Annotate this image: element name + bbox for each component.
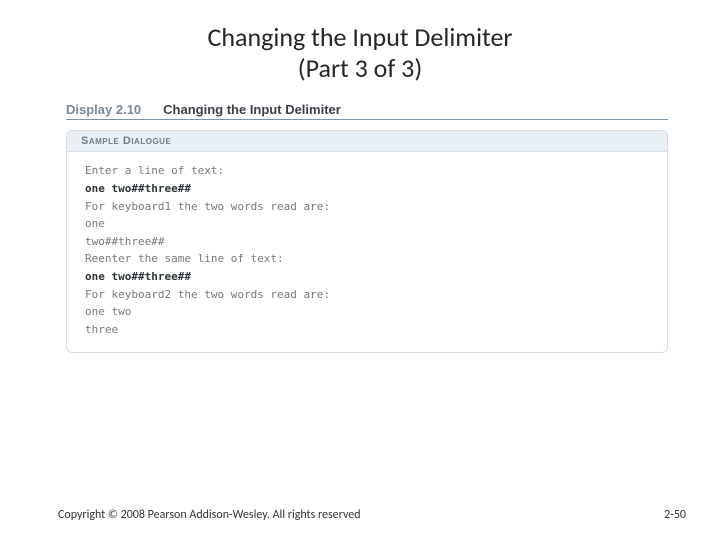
dialogue-line: one two: [85, 303, 649, 321]
dialogue-line: two##three##: [85, 233, 649, 251]
figure-header: Display 2.10 Changing the Input Delimite…: [66, 102, 668, 120]
sample-dialogue-header: Sample Dialogue: [67, 131, 667, 152]
figure-display: Display 2.10 Changing the Input Delimite…: [66, 102, 668, 353]
sample-dialogue-box: Sample Dialogue Enter a line of text:one…: [66, 130, 668, 353]
title-line-2: (Part 3 of 3): [0, 53, 720, 84]
dialogue-line: three: [85, 321, 649, 339]
dialogue-line: one: [85, 215, 649, 233]
dialogue-line: For keyboard2 the two words read are:: [85, 286, 649, 304]
display-label: Display 2.10: [66, 102, 141, 117]
slide-footer: Copyright © 2008 Pearson Addison-Wesley.…: [58, 508, 686, 522]
slide-title-block: Changing the Input Delimiter (Part 3 of …: [0, 0, 720, 94]
dialogue-line: For keyboard1 the two words read are:: [85, 198, 649, 216]
dialogue-line: one two##three##: [85, 268, 649, 286]
dialogue-line: one two##three##: [85, 180, 649, 198]
copyright-text: Copyright © 2008 Pearson Addison-Wesley.…: [58, 508, 361, 522]
dialogue-line: Enter a line of text:: [85, 162, 649, 180]
dialogue-body: Enter a line of text:one two##three##For…: [67, 152, 667, 352]
title-line-1: Changing the Input Delimiter: [0, 22, 720, 53]
display-title: Changing the Input Delimiter: [163, 102, 341, 117]
dialogue-line: Reenter the same line of text:: [85, 250, 649, 268]
page-number: 2-50: [664, 508, 686, 522]
